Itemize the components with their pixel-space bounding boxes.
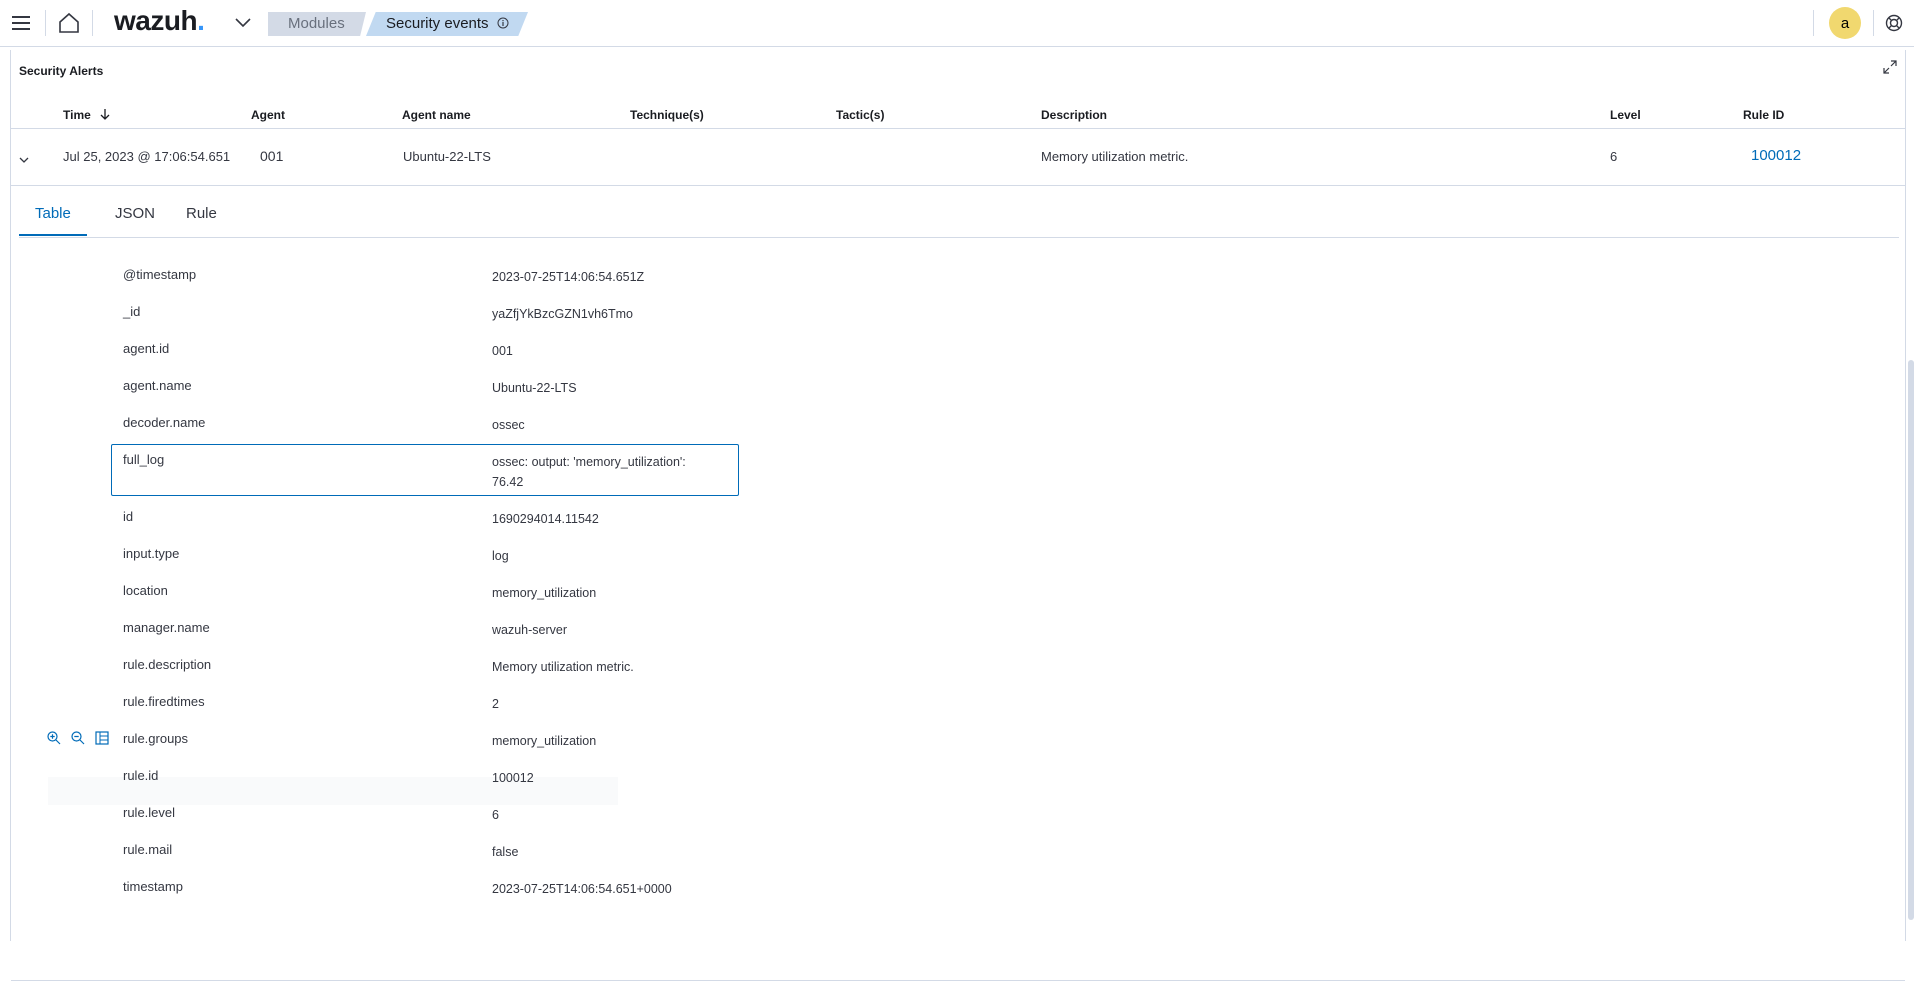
column-label: Time (63, 108, 91, 122)
field-key: timestamp (123, 879, 183, 894)
field-key: input.type (123, 546, 180, 561)
field-key: full_log (123, 452, 165, 467)
field-value: memory_utilization (492, 586, 597, 600)
chevron-down-icon (19, 157, 29, 163)
field-value: false (492, 845, 519, 859)
cell-agent[interactable]: 001 (260, 148, 283, 164)
brand-text: wazuh (114, 5, 198, 36)
filter-for-value-button[interactable] (47, 731, 61, 750)
magnify-minus-icon (71, 731, 85, 745)
field-key: agent.id (123, 341, 170, 356)
cell-description: Memory utilization metric. (1041, 149, 1189, 164)
breadcrumb-security-events[interactable]: Security events (366, 12, 528, 36)
brand-dot: . (197, 5, 205, 36)
field-value: log (492, 549, 509, 563)
column-header-level[interactable]: Level (1610, 108, 1641, 122)
field-key: decoder.name (123, 415, 206, 430)
field-value: 2023-07-25T14:06:54.651+0000 (492, 882, 672, 896)
field-key: @timestamp (123, 267, 197, 282)
field-key: manager.name (123, 620, 210, 635)
field-key: rule.description (123, 657, 212, 672)
field-key: location (123, 583, 168, 598)
field-value: Ubuntu-22-LTS (492, 381, 577, 395)
divider (1813, 10, 1814, 36)
field-value: 2023-07-25T14:06:54.651Z (492, 270, 645, 284)
arrow-down-icon (100, 109, 110, 120)
home-icon (59, 12, 79, 33)
panel-title: Security Alerts (19, 64, 104, 78)
breadcrumb-modules[interactable]: Modules (268, 12, 366, 36)
expand-icon (1883, 60, 1897, 74)
column-header-agent[interactable]: Agent (251, 108, 285, 122)
table-row[interactable]: Jul 25, 2023 @ 17:06:54.651 001 Ubuntu-2… (11, 129, 1905, 186)
column-header-time[interactable]: Time (63, 108, 110, 122)
field-value: 1690294014.11542 (492, 512, 599, 526)
fullscreen-button[interactable] (1883, 60, 1897, 79)
field-key: rule.level (123, 805, 176, 820)
column-header-rule-id[interactable]: Rule ID (1743, 108, 1784, 122)
field-key: agent.name (123, 378, 192, 393)
filter-out-value-button[interactable] (71, 731, 85, 750)
scrollbar[interactable] (1908, 360, 1914, 920)
info-icon (497, 17, 509, 29)
field-key: rule.id (123, 768, 159, 783)
field-value: 6 (492, 808, 499, 822)
field-key: rule.firedtimes (123, 694, 205, 709)
divider (45, 10, 46, 36)
column-header-agent-name[interactable]: Agent name (402, 108, 471, 122)
tab-json[interactable]: JSON (115, 205, 155, 234)
field-value: 100012 (492, 771, 534, 785)
chevron-down-icon (235, 18, 251, 28)
field-value-line: 76.42 (492, 475, 524, 489)
field-key: rule.mail (123, 842, 173, 857)
field-key: rule.groups (123, 731, 189, 746)
help-button[interactable] (1880, 0, 1908, 46)
toggle-column-button[interactable] (95, 731, 109, 750)
detail-tabs: Table JSON Rule (19, 195, 1899, 238)
field-value: 001 (492, 344, 513, 358)
tab-table[interactable]: Table (19, 205, 87, 236)
field-key: _id (123, 304, 141, 319)
column-header-description[interactable]: Description (1041, 108, 1107, 122)
field-value-line: ossec: output: 'memory_utilization': (492, 455, 686, 469)
cell-rule-id-link[interactable]: 100012 (1751, 147, 1801, 164)
security-alerts-panel: Security Alerts Time Agent Agent name Te… (10, 50, 1906, 981)
field-value: memory_utilization (492, 734, 597, 748)
divider (92, 10, 93, 36)
field-key: id (123, 509, 134, 524)
table-column-icon (95, 731, 109, 745)
app-switcher-button[interactable] (232, 0, 254, 46)
menu-button[interactable] (8, 0, 34, 46)
field-value: Memory utilization metric. (492, 660, 634, 674)
collapse-row-button[interactable] (19, 151, 29, 169)
tab-rule[interactable]: Rule (186, 205, 217, 234)
cell-level: 6 (1610, 149, 1618, 164)
cell-agent-name: Ubuntu-22-LTS (403, 149, 491, 164)
wazuh-logo[interactable]: wazuh. (114, 5, 205, 37)
field-value: wazuh-server (492, 623, 568, 637)
magnify-plus-icon (47, 731, 61, 745)
column-header-techniques[interactable]: Technique(s) (630, 108, 704, 122)
field-value: ossec (492, 418, 525, 432)
divider (1873, 10, 1874, 36)
home-button[interactable] (54, 0, 84, 46)
field-value: 2 (492, 697, 499, 711)
field-value: yaZfjYkBzcGZN1vh6Tmo (492, 307, 634, 321)
table-header: Time Agent Agent name Technique(s) Tacti… (11, 102, 1905, 129)
help-lifebuoy-icon (1885, 14, 1903, 32)
column-header-tactics[interactable]: Tactic(s) (836, 108, 884, 122)
hamburger-icon (12, 16, 30, 30)
top-navigation-bar: wazuh. Modules Security events a (0, 0, 1914, 47)
field-value: ossec: output: 'memory_utilization': 76.4… (492, 452, 686, 492)
cell-time: Jul 25, 2023 @ 17:06:54.651 (63, 149, 231, 164)
breadcrumb-label: Security events (386, 15, 489, 32)
user-avatar[interactable]: a (1829, 7, 1861, 39)
